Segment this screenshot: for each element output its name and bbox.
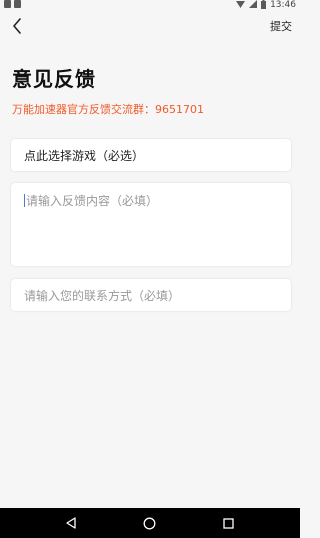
status-indicators: 13:46 xyxy=(236,0,296,10)
game-select-label: 点此选择游戏（必选） xyxy=(24,148,145,163)
feedback-content-input[interactable]: 请输入反馈内容（必填） xyxy=(11,183,291,266)
submit-button[interactable]: 提交 xyxy=(270,18,292,34)
top-bar: 提交 xyxy=(0,14,300,38)
nav-recents-button[interactable] xyxy=(219,513,239,533)
game-select-field[interactable]: 点此选择游戏（必选） xyxy=(11,139,291,171)
home-circle-icon xyxy=(144,517,156,529)
notification-icon xyxy=(14,0,21,8)
wifi-icon xyxy=(236,1,246,8)
contact-placeholder: 请输入您的联系方式（必填） xyxy=(24,288,181,303)
battery-icon xyxy=(261,0,267,9)
page-title: 意见反馈 xyxy=(12,67,96,91)
status-bar: 13:46 xyxy=(0,0,300,10)
nav-home-button[interactable] xyxy=(140,513,160,533)
back-triangle-icon xyxy=(66,517,76,529)
notification-icon xyxy=(4,0,11,8)
contact-info-input[interactable]: 请输入您的联系方式（必填） xyxy=(11,279,291,311)
notification-icons xyxy=(4,0,21,8)
back-button[interactable] xyxy=(6,14,28,38)
feedback-group-info: 万能加速器官方反馈交流群：9651701 xyxy=(12,103,204,116)
feedback-placeholder: 请输入反馈内容（必填） xyxy=(26,194,159,208)
chevron-left-icon xyxy=(13,18,21,34)
signal-icon xyxy=(249,0,258,8)
text-cursor xyxy=(24,194,25,207)
clock: 13:46 xyxy=(270,0,296,10)
nav-back-button[interactable] xyxy=(61,513,81,533)
system-nav-bar xyxy=(0,508,300,538)
recents-square-icon xyxy=(223,517,234,529)
